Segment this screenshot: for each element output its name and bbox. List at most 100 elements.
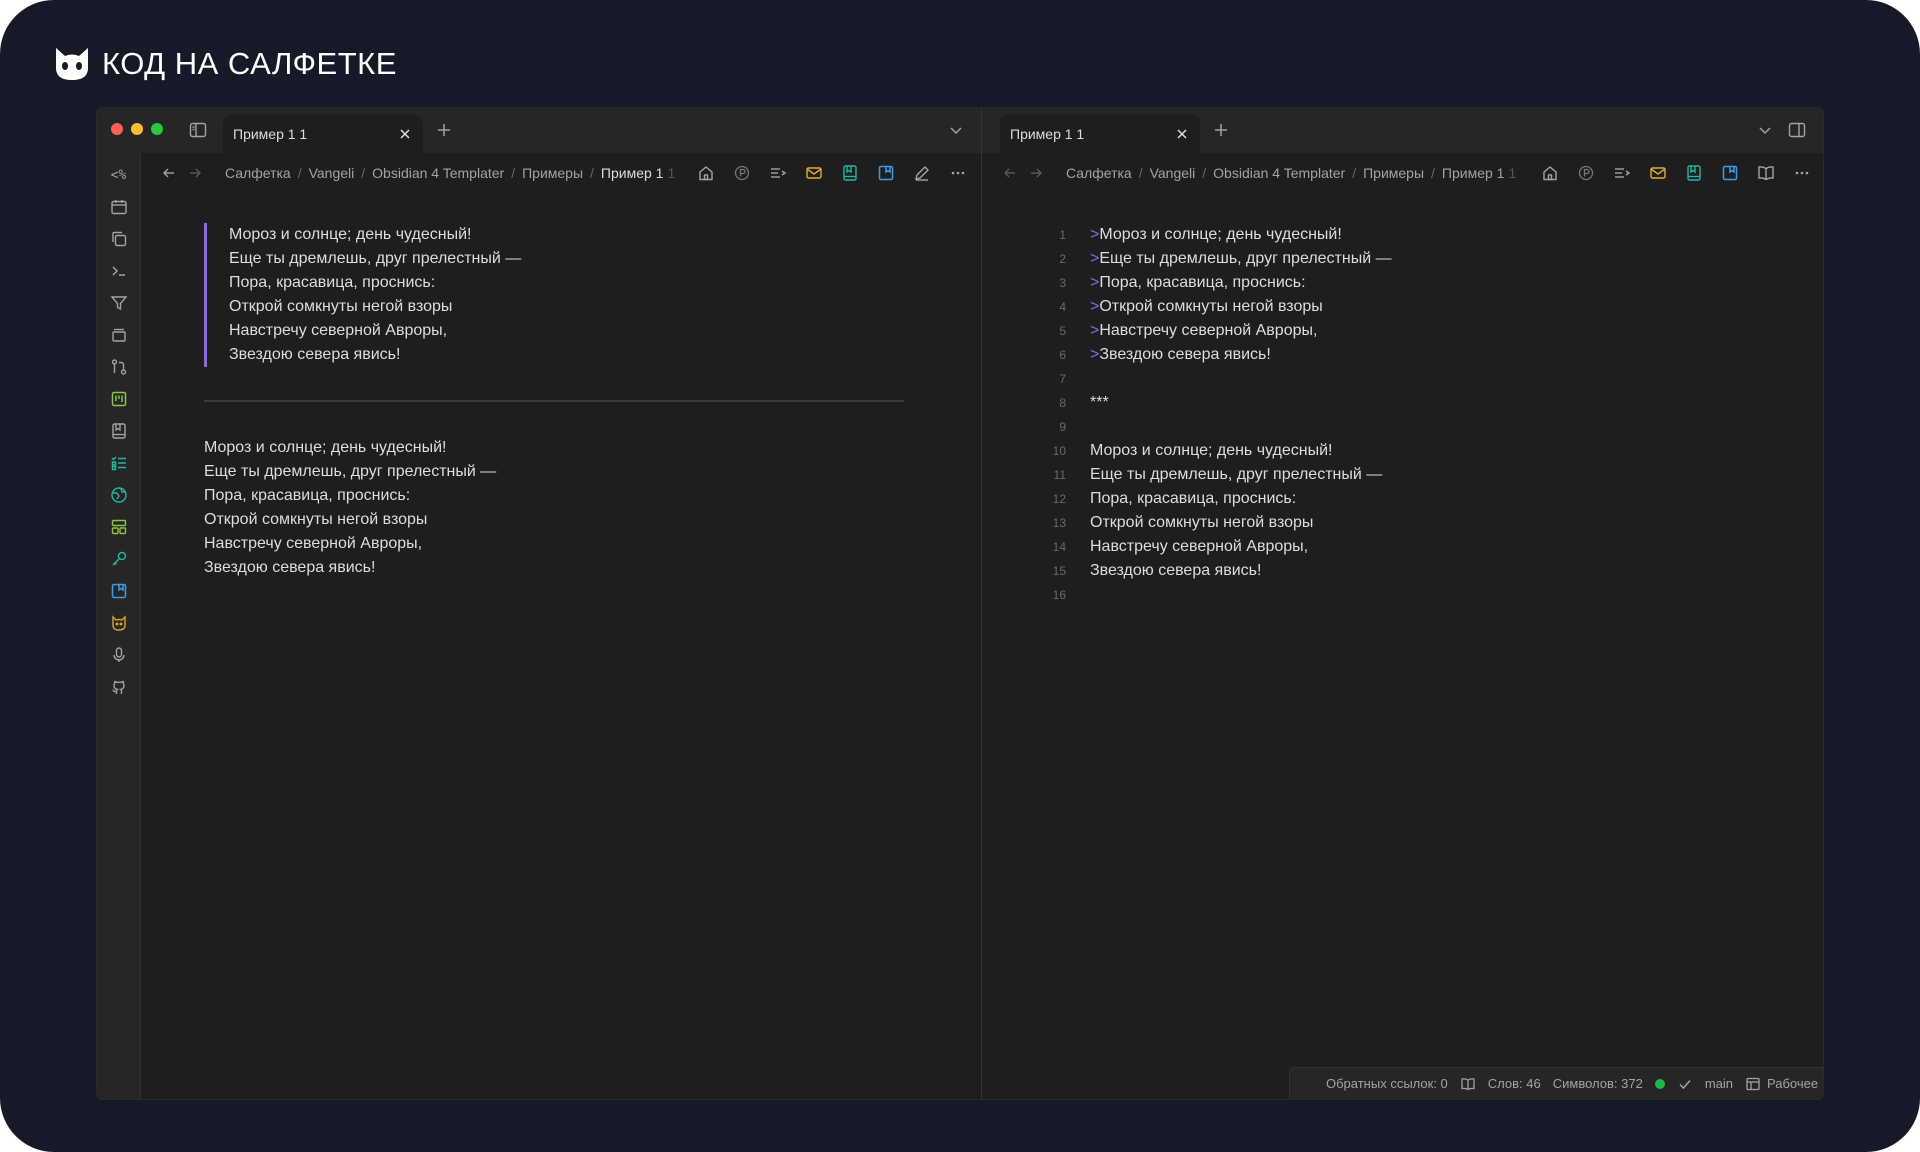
line-number: 13 bbox=[1052, 516, 1066, 530]
minimize-window-button[interactable] bbox=[131, 123, 143, 135]
source-line[interactable]: 6 > Звездою севера явись! bbox=[1032, 343, 1392, 367]
bookmark-blue-icon[interactable] bbox=[877, 164, 895, 182]
breadcrumb-item[interactable]: Vangeli bbox=[309, 165, 355, 181]
templater-icon[interactable]: <% bbox=[105, 161, 133, 189]
more-options-icon[interactable] bbox=[1793, 164, 1811, 182]
source-line[interactable]: 15 Звездою севера явись! bbox=[1032, 559, 1392, 583]
workspace-name[interactable]: Рабочее bbox=[1767, 1076, 1818, 1091]
new-tab-icon[interactable] bbox=[435, 121, 453, 139]
maximize-window-button[interactable] bbox=[151, 123, 163, 135]
view-actions bbox=[697, 164, 967, 182]
chevron-down-icon[interactable] bbox=[1756, 121, 1774, 139]
source-editor[interactable]: 1 > Мороз и солнце; день чудесный! 2 > Еще ты… bbox=[1032, 223, 1392, 607]
quote-marker: > bbox=[1090, 226, 1100, 243]
layers-icon[interactable] bbox=[105, 321, 133, 349]
publish-icon[interactable] bbox=[1577, 164, 1595, 182]
cat-icon[interactable] bbox=[105, 609, 133, 637]
workspace-icon[interactable] bbox=[1745, 1076, 1761, 1092]
breadcrumb-item[interactable]: Салфетка bbox=[1066, 165, 1132, 181]
book-open-icon[interactable] bbox=[1460, 1076, 1476, 1092]
breadcrumb-current-suffix: 1 bbox=[1508, 165, 1517, 181]
close-icon[interactable] bbox=[397, 126, 413, 142]
source-line[interactable]: 14 Навстречу северной Авроры, bbox=[1032, 535, 1392, 559]
git-branch[interactable]: main bbox=[1705, 1076, 1733, 1091]
mail-icon[interactable] bbox=[805, 164, 823, 182]
source-line[interactable]: 10 Мороз и солнце; день чудесный! bbox=[1032, 439, 1392, 463]
tab-left-note[interactable]: Пример 1 1 bbox=[223, 115, 423, 153]
checklist-icon[interactable] bbox=[105, 449, 133, 477]
key-icon[interactable] bbox=[105, 545, 133, 573]
brand: КОД НА САЛФЕТКЕ bbox=[52, 44, 397, 84]
breadcrumb-item[interactable]: Obsidian 4 Templater bbox=[1213, 165, 1345, 181]
new-tab-icon[interactable] bbox=[1212, 121, 1230, 139]
source-line[interactable]: 7 bbox=[1032, 367, 1392, 391]
source-line[interactable]: 11 Еще ты дремлешь, друг прелестный — bbox=[1032, 463, 1392, 487]
arrow-left-icon[interactable] bbox=[161, 165, 177, 181]
source-line[interactable]: 2 > Еще ты дремлешь, друг прелестный — bbox=[1032, 247, 1391, 271]
source-line[interactable]: 16 bbox=[1032, 583, 1392, 607]
source-line[interactable]: 5 > Навстречу северной Авроры, bbox=[1032, 319, 1392, 343]
right-sidebar-toggle-icon[interactable] bbox=[1788, 121, 1806, 139]
bookmark-blue-icon[interactable] bbox=[105, 577, 133, 605]
home-icon[interactable] bbox=[697, 164, 715, 182]
reading-view-book-icon[interactable] bbox=[1757, 164, 1775, 182]
backlinks-count[interactable]: Обратных ссылок: 0 bbox=[1326, 1076, 1448, 1091]
left-tab-bar: Пример 1 1 bbox=[97, 108, 981, 153]
source-line[interactable]: 1 > Мороз и солнце; день чудесный! bbox=[1032, 223, 1392, 247]
bookmark-book-icon[interactable] bbox=[105, 417, 133, 445]
source-line[interactable]: 13 Открой сомкнуты негой взоры bbox=[1032, 511, 1392, 535]
sync-status-dot[interactable] bbox=[1654, 1078, 1665, 1089]
sidebar-toggle-icon[interactable] bbox=[189, 121, 207, 139]
terminal-icon[interactable] bbox=[105, 257, 133, 285]
breadcrumb-item[interactable]: Примеры bbox=[1363, 165, 1424, 181]
home-icon[interactable] bbox=[1541, 164, 1559, 182]
line-number: 14 bbox=[1052, 540, 1066, 554]
filter-icon[interactable] bbox=[105, 289, 133, 317]
close-window-button[interactable] bbox=[111, 123, 123, 135]
line-text: Открой сомкнуты негой взоры bbox=[1099, 298, 1323, 315]
chevron-down-icon[interactable] bbox=[947, 121, 965, 139]
dashboard-icon[interactable] bbox=[105, 513, 133, 541]
source-line[interactable]: 9 bbox=[1032, 415, 1392, 439]
quote-line: Пора, красавица, проснись: bbox=[229, 274, 436, 291]
check-icon[interactable] bbox=[1677, 1076, 1693, 1092]
arrow-right-icon[interactable] bbox=[1028, 165, 1044, 181]
outline-icon[interactable] bbox=[769, 164, 787, 182]
source-line[interactable]: 12 Пора, красавица, проснись: bbox=[1032, 487, 1392, 511]
calendar-icon[interactable] bbox=[105, 193, 133, 221]
cat-logo-icon bbox=[56, 48, 88, 80]
blockquote: Мороз и солнце; день чудесный! Еще ты др… bbox=[204, 223, 904, 367]
line-number: 9 bbox=[1059, 420, 1066, 434]
breadcrumb-item[interactable]: Vangeli bbox=[1150, 165, 1196, 181]
source-line[interactable]: 4 > Открой сомкнуты негой взоры bbox=[1032, 295, 1392, 319]
mail-icon[interactable] bbox=[1649, 164, 1667, 182]
kanban-icon[interactable] bbox=[105, 385, 133, 413]
breadcrumb-item[interactable]: Примеры bbox=[522, 165, 583, 181]
outline-icon[interactable] bbox=[1613, 164, 1631, 182]
breadcrumb-current[interactable]: Пример 1 bbox=[1442, 165, 1505, 181]
arrow-right-icon[interactable] bbox=[187, 165, 203, 181]
more-options-icon[interactable] bbox=[949, 164, 967, 182]
publish-icon[interactable] bbox=[733, 164, 751, 182]
bookmark-book-icon[interactable] bbox=[841, 164, 859, 182]
breadcrumb-item[interactable]: Салфетка bbox=[225, 165, 291, 181]
line-number: 8 bbox=[1059, 396, 1066, 410]
close-icon[interactable] bbox=[1174, 126, 1190, 142]
arrow-left-icon[interactable] bbox=[1002, 165, 1018, 181]
globe-icon[interactable] bbox=[105, 481, 133, 509]
microphone-icon[interactable] bbox=[105, 641, 133, 669]
copy-icon[interactable] bbox=[105, 225, 133, 253]
edit-pencil-icon[interactable] bbox=[913, 164, 931, 182]
source-line[interactable]: 3 > Пора, красавица, проснись: bbox=[1032, 271, 1392, 295]
tab-right-note[interactable]: Пример 1 1 bbox=[1000, 115, 1200, 153]
quote-marker: > bbox=[1090, 274, 1100, 291]
tab-title: Пример 1 1 bbox=[233, 126, 308, 142]
github-icon[interactable] bbox=[105, 673, 133, 701]
git-compare-icon[interactable] bbox=[105, 353, 133, 381]
source-line[interactable]: 8 *** bbox=[1032, 391, 1392, 415]
bookmark-book-icon[interactable] bbox=[1685, 164, 1703, 182]
breadcrumb-current[interactable]: Пример 1 bbox=[601, 165, 664, 181]
line-text: *** bbox=[1090, 394, 1109, 411]
bookmark-blue-icon[interactable] bbox=[1721, 164, 1739, 182]
breadcrumb-item[interactable]: Obsidian 4 Templater bbox=[372, 165, 504, 181]
